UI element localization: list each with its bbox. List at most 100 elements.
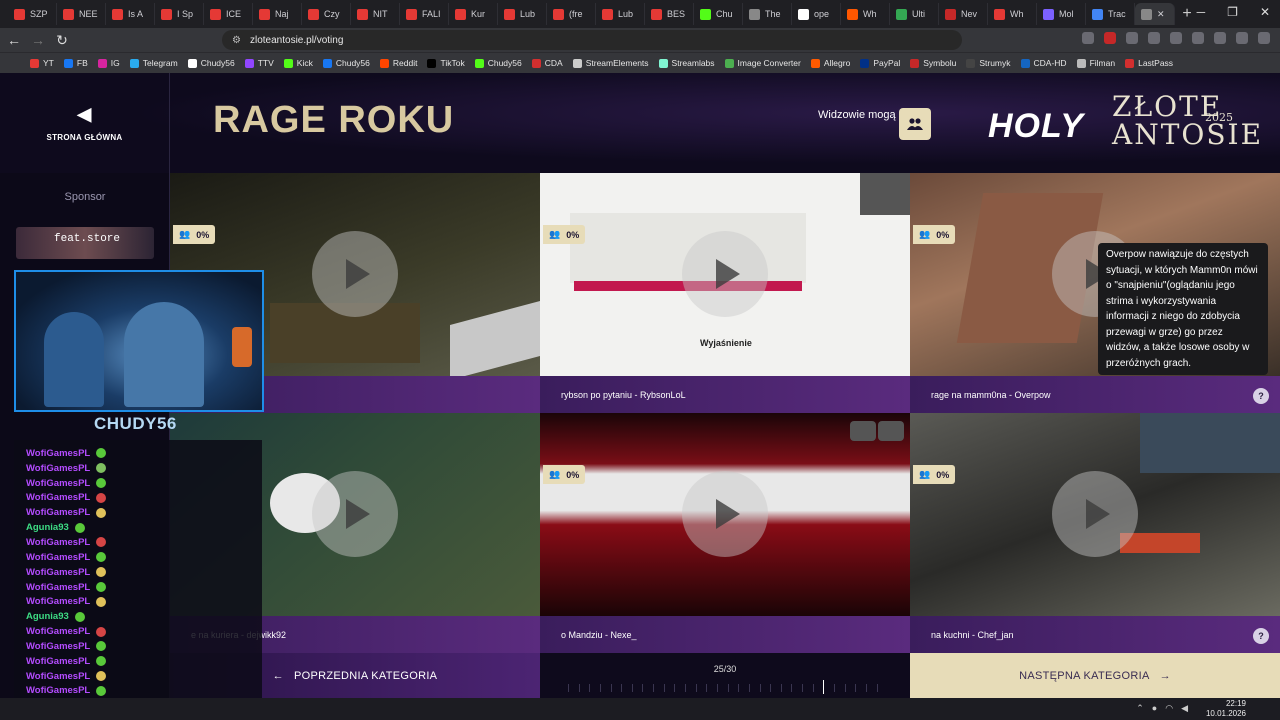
bookmark-item[interactable]: CDA	[531, 58, 563, 68]
bookmark-item[interactable]: Chudy56	[187, 58, 235, 68]
chevron-up-icon[interactable]: ⌃	[1136, 703, 1144, 714]
bookmark-item[interactable]: Strumyk	[966, 58, 1011, 68]
close-tab-icon[interactable]: ✕	[1157, 9, 1165, 20]
progress-tick	[759, 684, 761, 692]
bookmark-item[interactable]: TTV	[244, 58, 274, 68]
bookmark-item[interactable]: Chudy56	[322, 58, 370, 68]
browser-tab[interactable]: Ulti	[890, 3, 939, 25]
url-field[interactable]: ⚙ zloteantosie.pl/voting	[222, 30, 962, 50]
bookmark-item[interactable]: YT	[30, 58, 54, 68]
chat-message: WofiGamesPL	[26, 476, 262, 491]
bookmark-item[interactable]: StreamElements	[572, 58, 649, 68]
bookmark-item[interactable]: PayPal	[860, 58, 900, 68]
tab-title: I Sp	[177, 9, 194, 19]
extension-icon[interactable]	[1192, 32, 1204, 44]
browser-tab[interactable]: I Sp	[155, 3, 204, 25]
bookmark-item[interactable]: Symbolu	[910, 58, 956, 68]
browser-tab-strip: SZP NEE Is A I Sp ICE Naj Czy NIT FALI Kur Lub (fre…	[0, 0, 1280, 28]
browser-tab[interactable]: (fre	[547, 3, 596, 25]
menu-icon[interactable]	[1258, 32, 1270, 44]
browser-tab[interactable]: Wh	[841, 3, 890, 25]
microphone-icon[interactable]: ●	[1152, 703, 1157, 714]
nominee-card[interactable]: 👥 0% o Mandziu - Nexe_	[540, 413, 910, 653]
nominee-card[interactable]: Wyjaśnienie 👥 0% rybson po pytaniu - Rybs…	[540, 173, 910, 413]
forward-icon[interactable]: →	[28, 32, 48, 48]
reload-icon[interactable]: ↻	[52, 32, 72, 49]
bookmark-item[interactable]: CDA-HD	[1020, 58, 1067, 68]
bookmark-item[interactable]: Telegram	[129, 58, 178, 68]
info-button[interactable]: ?	[1253, 628, 1269, 644]
chat-username: WofiGamesPL	[26, 492, 91, 504]
browser-tab[interactable]: Is A	[106, 3, 155, 25]
bookmark-favicon	[283, 58, 293, 68]
play-button[interactable]	[312, 231, 398, 317]
bookmark-item[interactable]: TikTok	[427, 58, 465, 68]
bookmark-item[interactable]: Chudy56	[474, 58, 522, 68]
wifi-icon[interactable]: ◠	[1165, 703, 1173, 714]
bookmark-item[interactable]: LastPass	[1125, 58, 1173, 68]
extension-icon[interactable]	[1170, 32, 1182, 44]
clock[interactable]: 22:19 10.01.2026	[1206, 699, 1246, 719]
browser-tab[interactable]: ICE	[204, 3, 253, 25]
progress-tick	[568, 684, 569, 692]
volume-icon[interactable]: ◀	[1181, 703, 1188, 714]
users-icon: 👥	[919, 229, 931, 239]
info-button[interactable]: ?	[1253, 388, 1269, 404]
bookmark-label: Allegro	[823, 58, 851, 68]
browser-tab[interactable]: Wh	[988, 3, 1037, 25]
browser-tab[interactable]: Nev	[939, 3, 988, 25]
play-button[interactable]	[682, 231, 768, 317]
browser-tab[interactable]: Trac	[1086, 3, 1135, 25]
browser-tab[interactable]: Czy	[302, 3, 351, 25]
extension-icon[interactable]	[1148, 32, 1160, 44]
extension-icon[interactable]	[1214, 32, 1226, 44]
browser-tab[interactable]: Kur	[449, 3, 498, 25]
bookmark-item[interactable]: Kick	[283, 58, 313, 68]
bookmark-item[interactable]: FB	[63, 58, 88, 68]
bookmark-item[interactable]: Filman	[1076, 58, 1115, 68]
chat-message: WofiGamesPL	[26, 461, 262, 476]
bookmark-item[interactable]: IG	[97, 58, 120, 68]
progress-tick	[770, 684, 772, 692]
extension-icon[interactable]	[1126, 32, 1138, 44]
browser-tab[interactable]: The	[743, 3, 792, 25]
bookmark-item[interactable]: Streamlabs	[658, 58, 715, 68]
viewers-button[interactable]	[899, 108, 931, 140]
new-tab-button[interactable]: +	[1175, 5, 1199, 23]
browser-tab[interactable]: FALI	[400, 3, 449, 25]
back-icon[interactable]: ←	[4, 32, 24, 48]
nominee-card[interactable]: 👥 0% na kuchni - Chef_jan ?	[910, 413, 1280, 653]
browser-tab[interactable]: Naj	[253, 3, 302, 25]
extension-icon[interactable]	[1104, 32, 1116, 44]
browser-tab[interactable]: BES	[645, 3, 694, 25]
bookmark-item[interactable]: Reddit	[379, 58, 417, 68]
next-category-button[interactable]: NASTĘPNA KATEGORIA →	[910, 653, 1280, 698]
browser-tab-active[interactable]: ✕	[1135, 3, 1175, 25]
extension-icon[interactable]	[1082, 32, 1094, 44]
category-counter: 25/30	[713, 664, 737, 674]
home-button[interactable]: ◀ STRONA GŁÓWNA	[0, 73, 170, 173]
browser-tab[interactable]: Mol	[1037, 3, 1086, 25]
browser-tab[interactable]: NIT	[351, 3, 400, 25]
users-icon: 👥	[919, 469, 931, 479]
browser-tab[interactable]: ope	[792, 3, 841, 25]
site-info-icon[interactable]: ⚙	[232, 35, 241, 46]
minimize-button[interactable]: ─	[1197, 5, 1206, 19]
browser-tab[interactable]: NEE	[57, 3, 106, 25]
sponsor-banner[interactable]: feat.store	[16, 227, 154, 259]
close-window-button[interactable]: ✕	[1260, 5, 1270, 19]
bookmark-item[interactable]: Allegro	[810, 58, 851, 68]
play-button[interactable]	[682, 471, 768, 557]
bookmark-favicon	[1020, 58, 1030, 68]
browser-tab[interactable]: Lub	[498, 3, 547, 25]
play-button[interactable]	[312, 471, 398, 557]
chat-username: WofiGamesPL	[26, 626, 91, 638]
extension-icon[interactable]	[1236, 32, 1248, 44]
browser-tab[interactable]: SZP	[8, 3, 57, 25]
tab-favicon	[259, 8, 270, 20]
browser-tab[interactable]: Lub	[596, 3, 645, 25]
browser-tab[interactable]: Chu	[694, 3, 743, 25]
maximize-button[interactable]: ❐	[1227, 5, 1238, 19]
bookmark-item[interactable]: Image Converter	[724, 58, 801, 68]
play-button[interactable]	[1052, 471, 1138, 557]
